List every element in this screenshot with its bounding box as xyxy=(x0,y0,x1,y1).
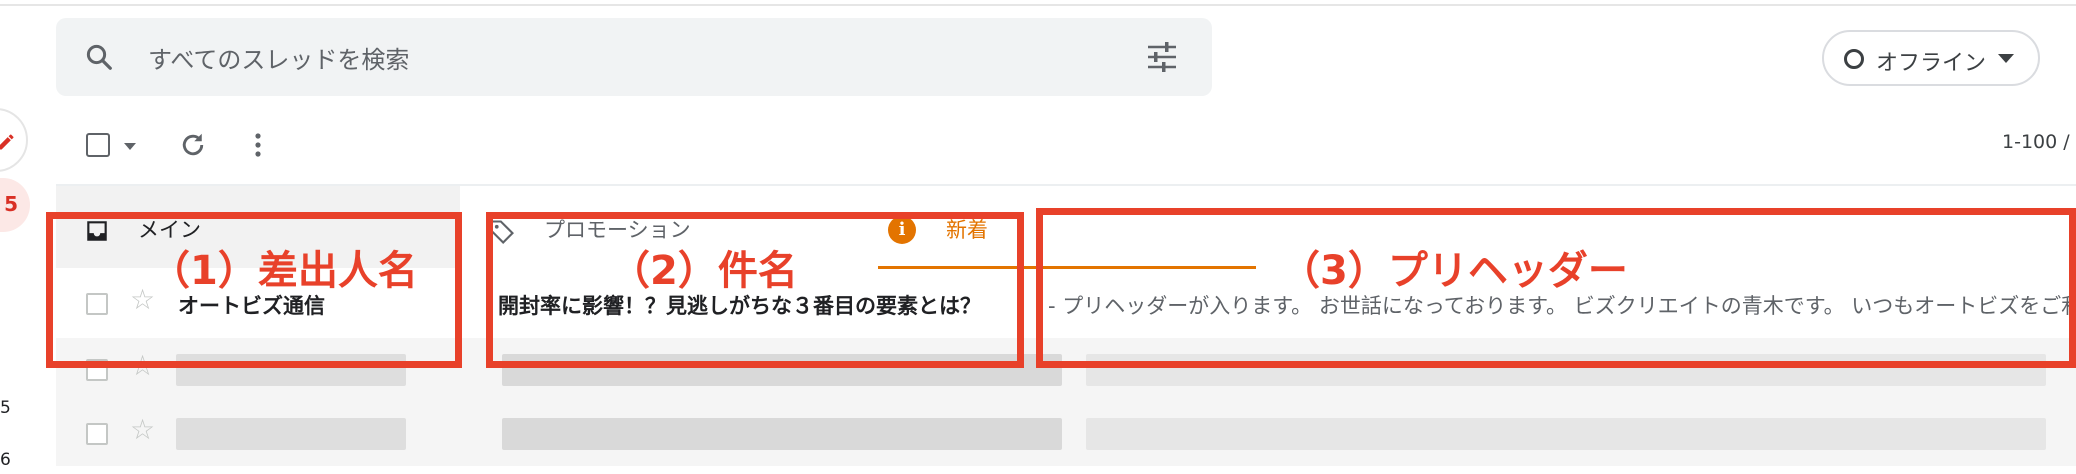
top-divider xyxy=(0,4,2076,6)
subject-annotation-label: （2）件名 xyxy=(610,248,798,294)
offline-status-button[interactable]: オフライン xyxy=(1822,30,2040,86)
select-all-checkbox[interactable] xyxy=(86,133,110,157)
search-bar[interactable]: すべてのスレッドを検索 xyxy=(56,18,1212,96)
unread-count-badge: 5 xyxy=(4,192,18,216)
select-dropdown-icon[interactable] xyxy=(124,143,136,150)
search-input[interactable]: すべてのスレッドを検索 xyxy=(148,40,409,75)
pagination-label: 1-100 / xyxy=(2002,131,2070,153)
more-vert-icon[interactable] xyxy=(248,130,268,160)
blurred-sender xyxy=(176,418,406,450)
pencil-icon xyxy=(0,134,14,150)
sender-annotation-label: （1）差出人名 xyxy=(150,248,418,294)
status-ring-icon xyxy=(1844,49,1864,69)
blurred-snippet xyxy=(1086,418,2046,450)
email-row[interactable]: ☆ xyxy=(56,402,2076,466)
search-icon[interactable] xyxy=(84,42,114,72)
rail-count: 6 xyxy=(0,450,11,470)
refresh-icon[interactable] xyxy=(178,130,208,160)
compose-button[interactable] xyxy=(0,108,28,172)
chevron-down-icon xyxy=(1998,54,2014,63)
preheader-annotation-label: （3）プリヘッダー xyxy=(1280,248,1628,294)
row-checkbox[interactable] xyxy=(86,423,108,445)
offline-label: オフライン xyxy=(1876,51,1987,76)
star-icon[interactable]: ☆ xyxy=(130,416,155,444)
search-options-icon[interactable] xyxy=(1146,42,1178,72)
blurred-subject xyxy=(502,418,1062,450)
rail-count: 5 xyxy=(0,398,11,418)
inbox-rail-item[interactable]: 5 xyxy=(0,178,30,232)
